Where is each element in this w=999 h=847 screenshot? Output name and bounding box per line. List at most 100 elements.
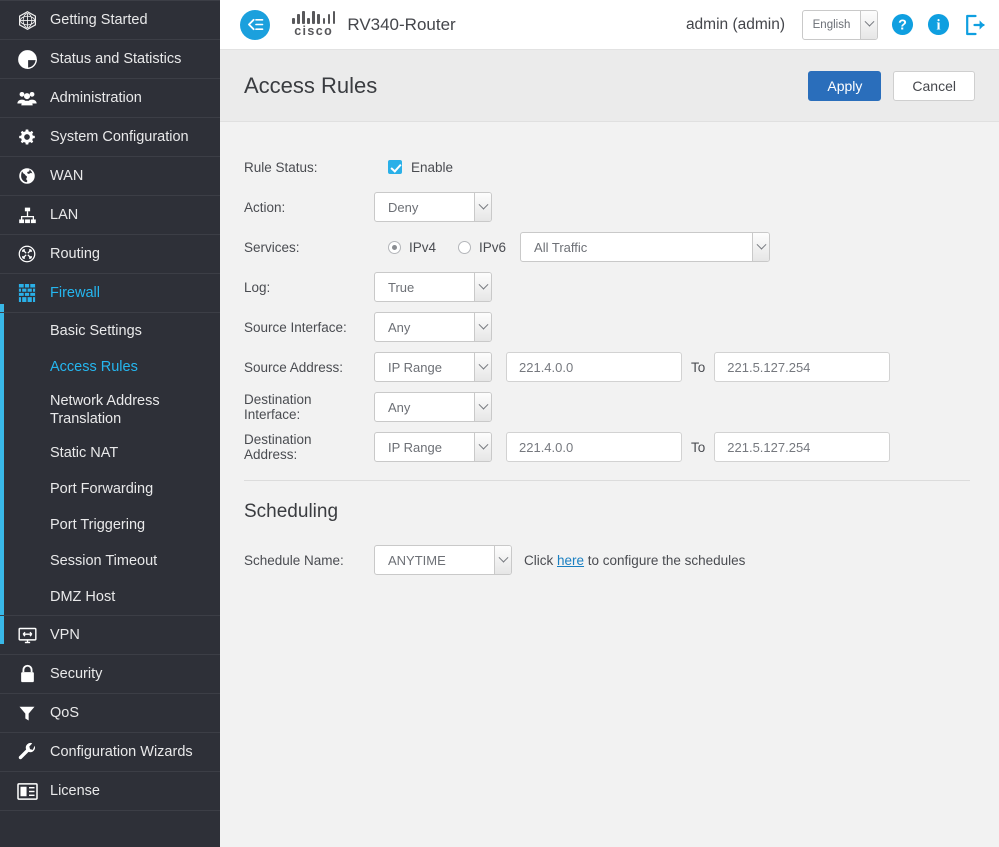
source-address-control: IP Range To — [374, 352, 891, 382]
page-title: Access Rules — [244, 72, 378, 98]
log-select[interactable]: True — [374, 272, 492, 302]
destination-interface-label: Destination Interface: — [244, 392, 312, 422]
apply-button[interactable]: Apply — [808, 70, 882, 101]
row-source-interface: Source Interface: Any — [244, 308, 975, 346]
row-destination-interface: Destination Interface: Any — [244, 388, 975, 426]
chevron-down-icon — [474, 353, 491, 381]
info-circle-icon[interactable]: i — [927, 13, 950, 36]
sidebar-subitem-port-triggering[interactable]: Port Triggering — [0, 507, 220, 543]
sidebar-item-status-and-statistics[interactable]: Status and Statistics — [0, 40, 220, 79]
cancel-button[interactable]: Cancel — [893, 70, 975, 101]
schedule-configure-link[interactable]: here — [557, 553, 584, 568]
menu-collapse-icon[interactable] — [240, 9, 270, 40]
schedule-hint: Click here to configure the schedules — [524, 553, 745, 568]
services-ipv4-radio[interactable]: IPv4 — [388, 240, 436, 255]
device-name: RV340-Router — [347, 14, 456, 34]
vpn-monitor-icon — [12, 624, 42, 646]
help-circle-icon[interactable]: ? — [891, 13, 914, 36]
sidebar-item-system-configuration[interactable]: System Configuration — [0, 118, 220, 157]
sidebar-item-label: QoS — [50, 705, 80, 722]
gear-icon — [12, 126, 42, 148]
logout-icon[interactable] — [963, 13, 987, 37]
license-card-icon — [12, 780, 42, 802]
source-address-to-input[interactable] — [714, 352, 891, 382]
schedule-name-label: Schedule Name: — [244, 552, 344, 568]
top-bar-right: admin (admin) English ? i — [686, 9, 987, 40]
destination-address-type-select[interactable]: IP Range — [374, 432, 492, 462]
sidebar-subitem-port-forwarding[interactable]: Port Forwarding — [0, 471, 220, 507]
app-root: Getting Started Status and Statistics Ad… — [0, 0, 999, 847]
log-control: True — [374, 272, 492, 302]
destination-address-from-input[interactable] — [506, 432, 682, 462]
source-address-label: Source Address: — [244, 359, 344, 375]
language-select[interactable]: English — [802, 9, 878, 40]
sidebar-item-label: Routing — [50, 245, 100, 262]
sidebar-item-label: WAN — [50, 167, 84, 184]
schedule-name-select[interactable]: ANYTIME — [374, 545, 512, 575]
destination-interface-value: Any — [388, 399, 411, 415]
sidebar-item-label: LAN — [50, 206, 79, 223]
action-select[interactable]: Deny — [374, 192, 492, 222]
services-ipv6-radio[interactable]: IPv6 — [458, 240, 506, 255]
sidebar-item-vpn[interactable]: VPN — [0, 615, 220, 656]
chevron-down-icon — [474, 313, 491, 341]
sidebar-subitem-session-timeout[interactable]: Session Timeout — [0, 543, 220, 579]
sidebar-subitem-network-address-translation[interactable]: Network Address Translation — [0, 385, 220, 435]
sidebar-subitem-label: Static NAT — [50, 445, 119, 462]
sidebar-item-routing[interactable]: Routing — [0, 235, 220, 274]
sidebar-item-qos[interactable]: QoS — [0, 694, 220, 734]
wrench-icon — [12, 741, 42, 763]
radio-empty-icon — [458, 240, 472, 254]
sidebar-subitem-label: Session Timeout — [50, 553, 158, 570]
sidebar-subitem-static-nat[interactable]: Static NAT — [0, 435, 220, 471]
main-area: cisco RV340-Router admin (admin) English… — [220, 0, 999, 847]
sidebar-item-wan[interactable]: WAN — [0, 157, 220, 196]
sidebar-subitem-basic-settings[interactable]: Basic Settings — [0, 313, 220, 349]
sidebar-subitem-access-rules[interactable]: Access Rules — [0, 349, 220, 385]
sidebar-subitem-label: DMZ Host — [50, 589, 116, 606]
services-ipv4-label: IPv4 — [409, 239, 437, 255]
destination-interface-control: Any — [374, 392, 492, 422]
source-address-to-label: To — [691, 359, 706, 375]
sidebar-item-license[interactable]: License — [0, 772, 220, 812]
chevron-down-icon — [474, 193, 491, 221]
destination-interface-select[interactable]: Any — [374, 392, 492, 422]
sidebar-item-getting-started[interactable]: Getting Started — [0, 0, 220, 40]
funnel-icon — [12, 702, 42, 724]
sidebar-subitem-dmz-host[interactable]: DMZ Host — [0, 579, 220, 615]
services-value: All Traffic — [534, 239, 588, 255]
source-address-type-select[interactable]: IP Range — [374, 352, 492, 382]
destination-address-to-input[interactable] — [714, 432, 891, 462]
rule-status-label: Rule Status: — [244, 159, 318, 175]
rule-status-checkbox[interactable] — [388, 160, 402, 174]
sidebar-item-security[interactable]: Security — [0, 655, 220, 695]
sidebar-subitem-label: Network Address Translation — [50, 393, 160, 428]
sidebar-item-lan[interactable]: LAN — [0, 196, 220, 235]
firewall-group-accent-bar — [0, 304, 4, 644]
sidebar-item-firewall[interactable]: Firewall — [0, 274, 220, 313]
destination-address-type-value: IP Range — [388, 439, 442, 455]
sidebar-item-configuration-wizards[interactable]: Configuration Wizards — [0, 733, 220, 773]
source-interface-select[interactable]: Any — [374, 312, 492, 342]
sidebar-item-label: Getting Started — [50, 11, 148, 28]
rule-status-checkbox-label: Enable — [411, 159, 454, 175]
source-address-from-input[interactable] — [506, 352, 682, 382]
page-actions: Apply Cancel — [808, 70, 975, 101]
sidebar-item-label: Configuration Wizards — [50, 744, 193, 761]
sidebar-item-label: System Configuration — [50, 128, 189, 145]
action-control: Deny — [374, 192, 492, 222]
row-rule-status: Rule Status: Enable — [244, 148, 975, 186]
network-tree-icon — [12, 204, 42, 226]
chevron-down-icon — [494, 546, 511, 574]
chevron-down-icon — [752, 233, 770, 261]
section-divider — [244, 480, 970, 481]
sidebar-item-administration[interactable]: Administration — [0, 79, 220, 118]
source-interface-value: Any — [388, 319, 411, 335]
services-label: Services: — [244, 239, 300, 255]
services-select[interactable]: All Traffic — [520, 232, 771, 262]
chevron-down-icon — [474, 433, 491, 461]
rule-status-control: Enable — [374, 160, 453, 175]
sidebar-subitem-label: Port Forwarding — [50, 481, 154, 498]
action-label: Action: — [244, 199, 286, 215]
top-bar: cisco RV340-Router admin (admin) English… — [220, 0, 999, 50]
